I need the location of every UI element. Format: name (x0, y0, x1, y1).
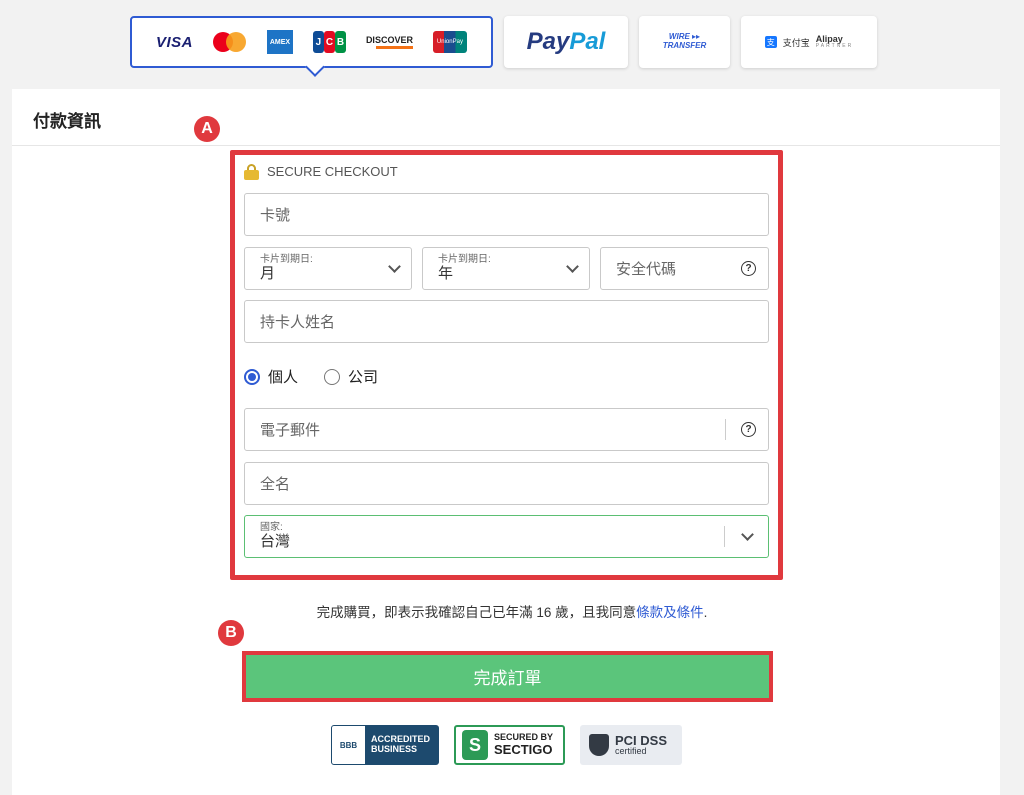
sectigo-badge: S SECURED BY SECTIGO (454, 725, 565, 765)
country-select[interactable]: 國家: 台灣 (244, 515, 769, 558)
lock-icon (244, 164, 259, 180)
alipay-logo: 支 支付宝 Alipay PARTNER (764, 34, 854, 49)
radio-personal[interactable]: 個人 (244, 366, 298, 387)
tab-credit-cards[interactable]: VISA AMEX JCB DISCOVER UnionPay (130, 16, 493, 77)
amex-logo: AMEX (266, 30, 293, 54)
account-type-radio-group: 個人 公司 (244, 366, 378, 387)
sectigo-s-icon: S (462, 730, 488, 760)
tab-wire-transfer[interactable]: WIRE ▸▸ TRANSFER (639, 16, 730, 68)
terms-link[interactable]: 條款及條件 (636, 605, 704, 620)
radio-checked-icon (244, 368, 260, 385)
annotation-marker-a: A (194, 116, 220, 142)
annotation-marker-b: B (218, 620, 244, 646)
radio-company[interactable]: 公司 (324, 366, 378, 387)
radio-unchecked-icon (324, 368, 341, 385)
visa-logo: VISA (155, 33, 193, 51)
complete-order-button[interactable]: 完成訂單 (246, 655, 769, 698)
secure-checkout-label: SECURE CHECKOUT (244, 164, 398, 180)
expiry-year-select[interactable]: 卡片到期日: 年 (422, 247, 590, 290)
chevron-down-icon (388, 260, 401, 273)
help-icon[interactable]: ? (741, 422, 756, 437)
alipay-icon: 支 (764, 36, 777, 48)
tab-alipay[interactable]: 支 支付宝 Alipay PARTNER (741, 16, 877, 68)
bbb-accredited-badge: BBB ACCREDITED BUSINESS (331, 725, 439, 765)
chevron-down-icon (566, 260, 579, 273)
shield-icon (589, 734, 609, 756)
security-code-field[interactable]: 安全代碼 ? (600, 247, 769, 290)
active-tab-caret (305, 57, 325, 77)
cardholder-name-field[interactable]: 持卡人姓名 (244, 300, 769, 343)
wire-transfer-logo: WIRE ▸▸ TRANSFER (662, 32, 707, 50)
tab-paypal[interactable]: PayPal (504, 16, 628, 68)
highlight-box-submit: 完成訂單 (242, 651, 773, 702)
chevron-down-icon (741, 528, 754, 541)
help-icon[interactable]: ? (741, 261, 756, 276)
panel-title: 付款資訊 (33, 112, 101, 131)
email-field[interactable]: 電子郵件 ? (244, 408, 769, 451)
pci-dss-badge: PCI DSS certified (580, 725, 682, 765)
bbb-logo-icon: BBB (339, 740, 358, 750)
paypal-logo: PayPal (526, 28, 606, 55)
expiry-month-select[interactable]: 卡片到期日: 月 (244, 247, 412, 290)
terms-notice: 完成購買，即表示我確認自己已年滿 16 歲，且我同意條款及條件. (316, 605, 708, 620)
unionpay-logo: UnionPay (432, 31, 467, 53)
panel-header: 付款資訊 (12, 89, 1000, 146)
mastercard-logo (212, 32, 247, 52)
card-number-field[interactable]: 卡號 (244, 193, 769, 236)
jcb-logo: JCB (312, 31, 346, 53)
full-name-field[interactable]: 全名 (244, 462, 769, 505)
discover-logo: DISCOVER (366, 35, 413, 49)
